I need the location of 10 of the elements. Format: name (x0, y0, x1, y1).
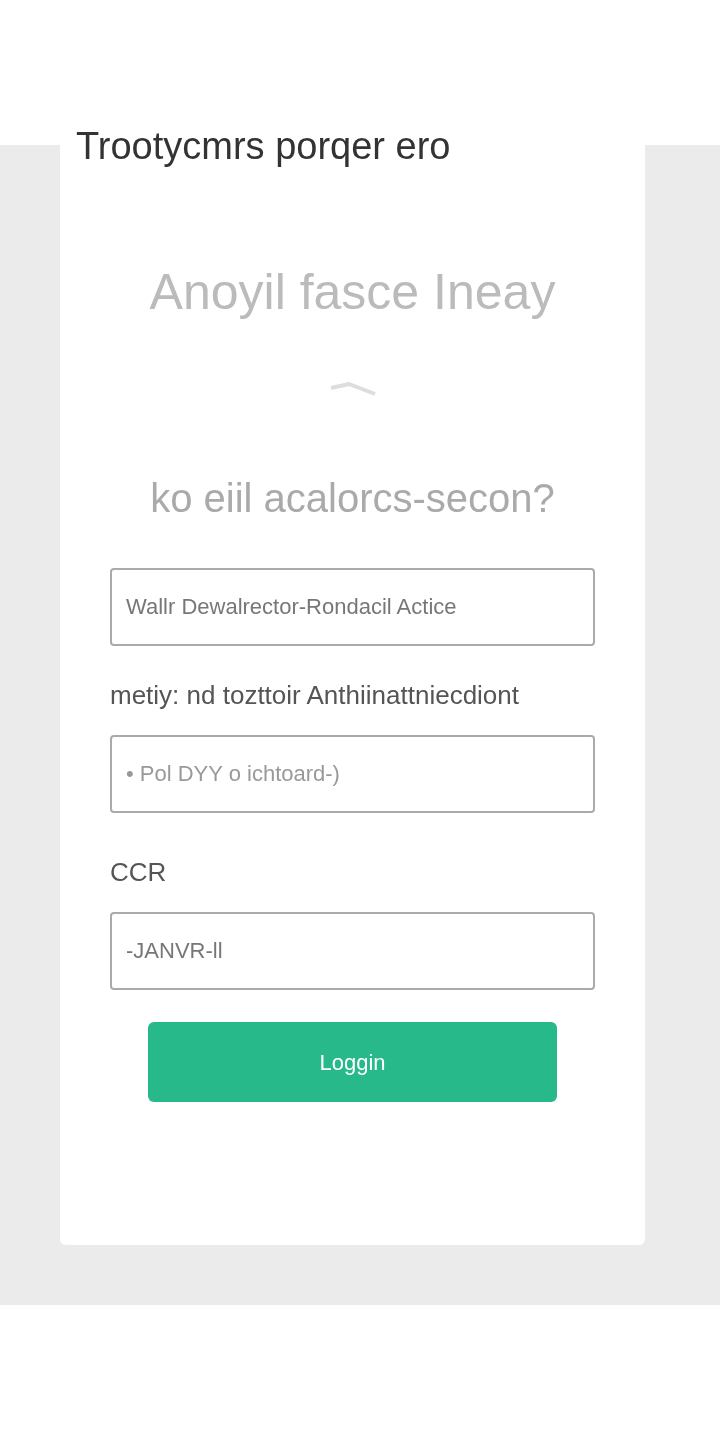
form-subheading: ko eiil acalorcs-secon? (149, 475, 556, 522)
input-field[interactable]: • Pol DYY o ichtoard-) (110, 735, 595, 813)
input-field[interactable]: Wallr Dewalrector-Rondacil Actice (110, 568, 595, 646)
input-field[interactable]: -JANVR-ll (110, 912, 595, 990)
form-heading: Anoyil fasce Ineay (148, 263, 557, 322)
dash-icon (328, 380, 377, 398)
page-title: Trootycmrs porqer ero (76, 124, 451, 169)
field-label: metiy: nd tozttoir Anthiinattniecdiont (110, 679, 520, 712)
login-button[interactable]: Loggin (148, 1022, 557, 1102)
field-label: CCR (110, 856, 168, 889)
